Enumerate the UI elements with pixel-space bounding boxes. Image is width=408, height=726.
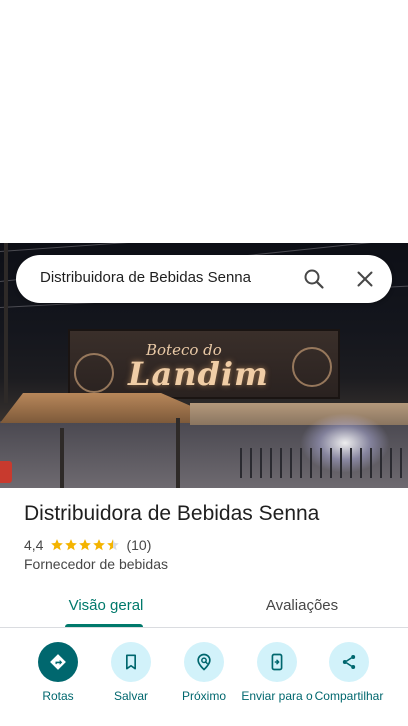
directions-icon [50,654,66,670]
fence [240,448,408,478]
tab-label: Avaliações [265,596,339,614]
awning-post [60,428,64,488]
utility-pole [4,243,8,403]
review-count[interactable]: (10) [126,537,151,553]
star-icon [65,539,78,551]
save-button-circle[interactable] [111,642,151,682]
nearby-icon [197,653,211,671]
rating-row[interactable]: 4,4 (10) [24,536,151,554]
place-title: Distribuidora de Bebidas Senna [24,502,320,525]
directions-button-circle[interactable] [38,642,78,682]
bookmark-icon [126,654,136,670]
save-label: Salvar [113,689,148,703]
send-to-phone-label: Enviar para o [241,689,313,703]
nearby-button-circle[interactable] [184,642,224,682]
place-category: Fornecedor de bebidas [24,556,168,572]
directions-label: Rotas [42,689,74,703]
nearby-label: Próximo [181,689,226,703]
rating-stars [50,538,120,552]
map-area [0,0,408,243]
share-button-circle[interactable] [329,642,369,682]
sign-text: Landim [128,355,269,393]
awning-post [176,418,180,488]
tab-label: Visão geral [68,596,144,614]
send-to-phone-button-circle[interactable] [257,642,297,682]
street-sign [0,461,12,483]
star-icon [51,539,64,551]
rating-value: 4,4 [24,537,44,553]
share-icon [342,655,356,669]
tab-overview[interactable]: Visão geral [0,583,212,627]
sign-logo [74,353,114,393]
search-icon[interactable] [302,267,326,291]
action-bar: Rotas Salvar Próximo Enviar para o Compa… [0,640,408,726]
half-star-icon [107,539,120,551]
search-bar[interactable]: Distribuidora de Bebidas Senna [16,255,392,303]
close-icon[interactable] [353,267,377,291]
sign-logo [292,347,332,387]
star-icon [79,539,92,551]
search-input[interactable]: Distribuidora de Bebidas Senna [40,269,251,286]
star-icon [93,539,106,551]
tab-reviews[interactable]: Avaliações [196,583,408,627]
send-to-phone-icon [271,653,283,671]
active-tab-indicator [65,624,143,627]
place-tabs: Visão geral Avaliações [0,583,408,628]
share-label: Compartilhar [314,689,384,703]
